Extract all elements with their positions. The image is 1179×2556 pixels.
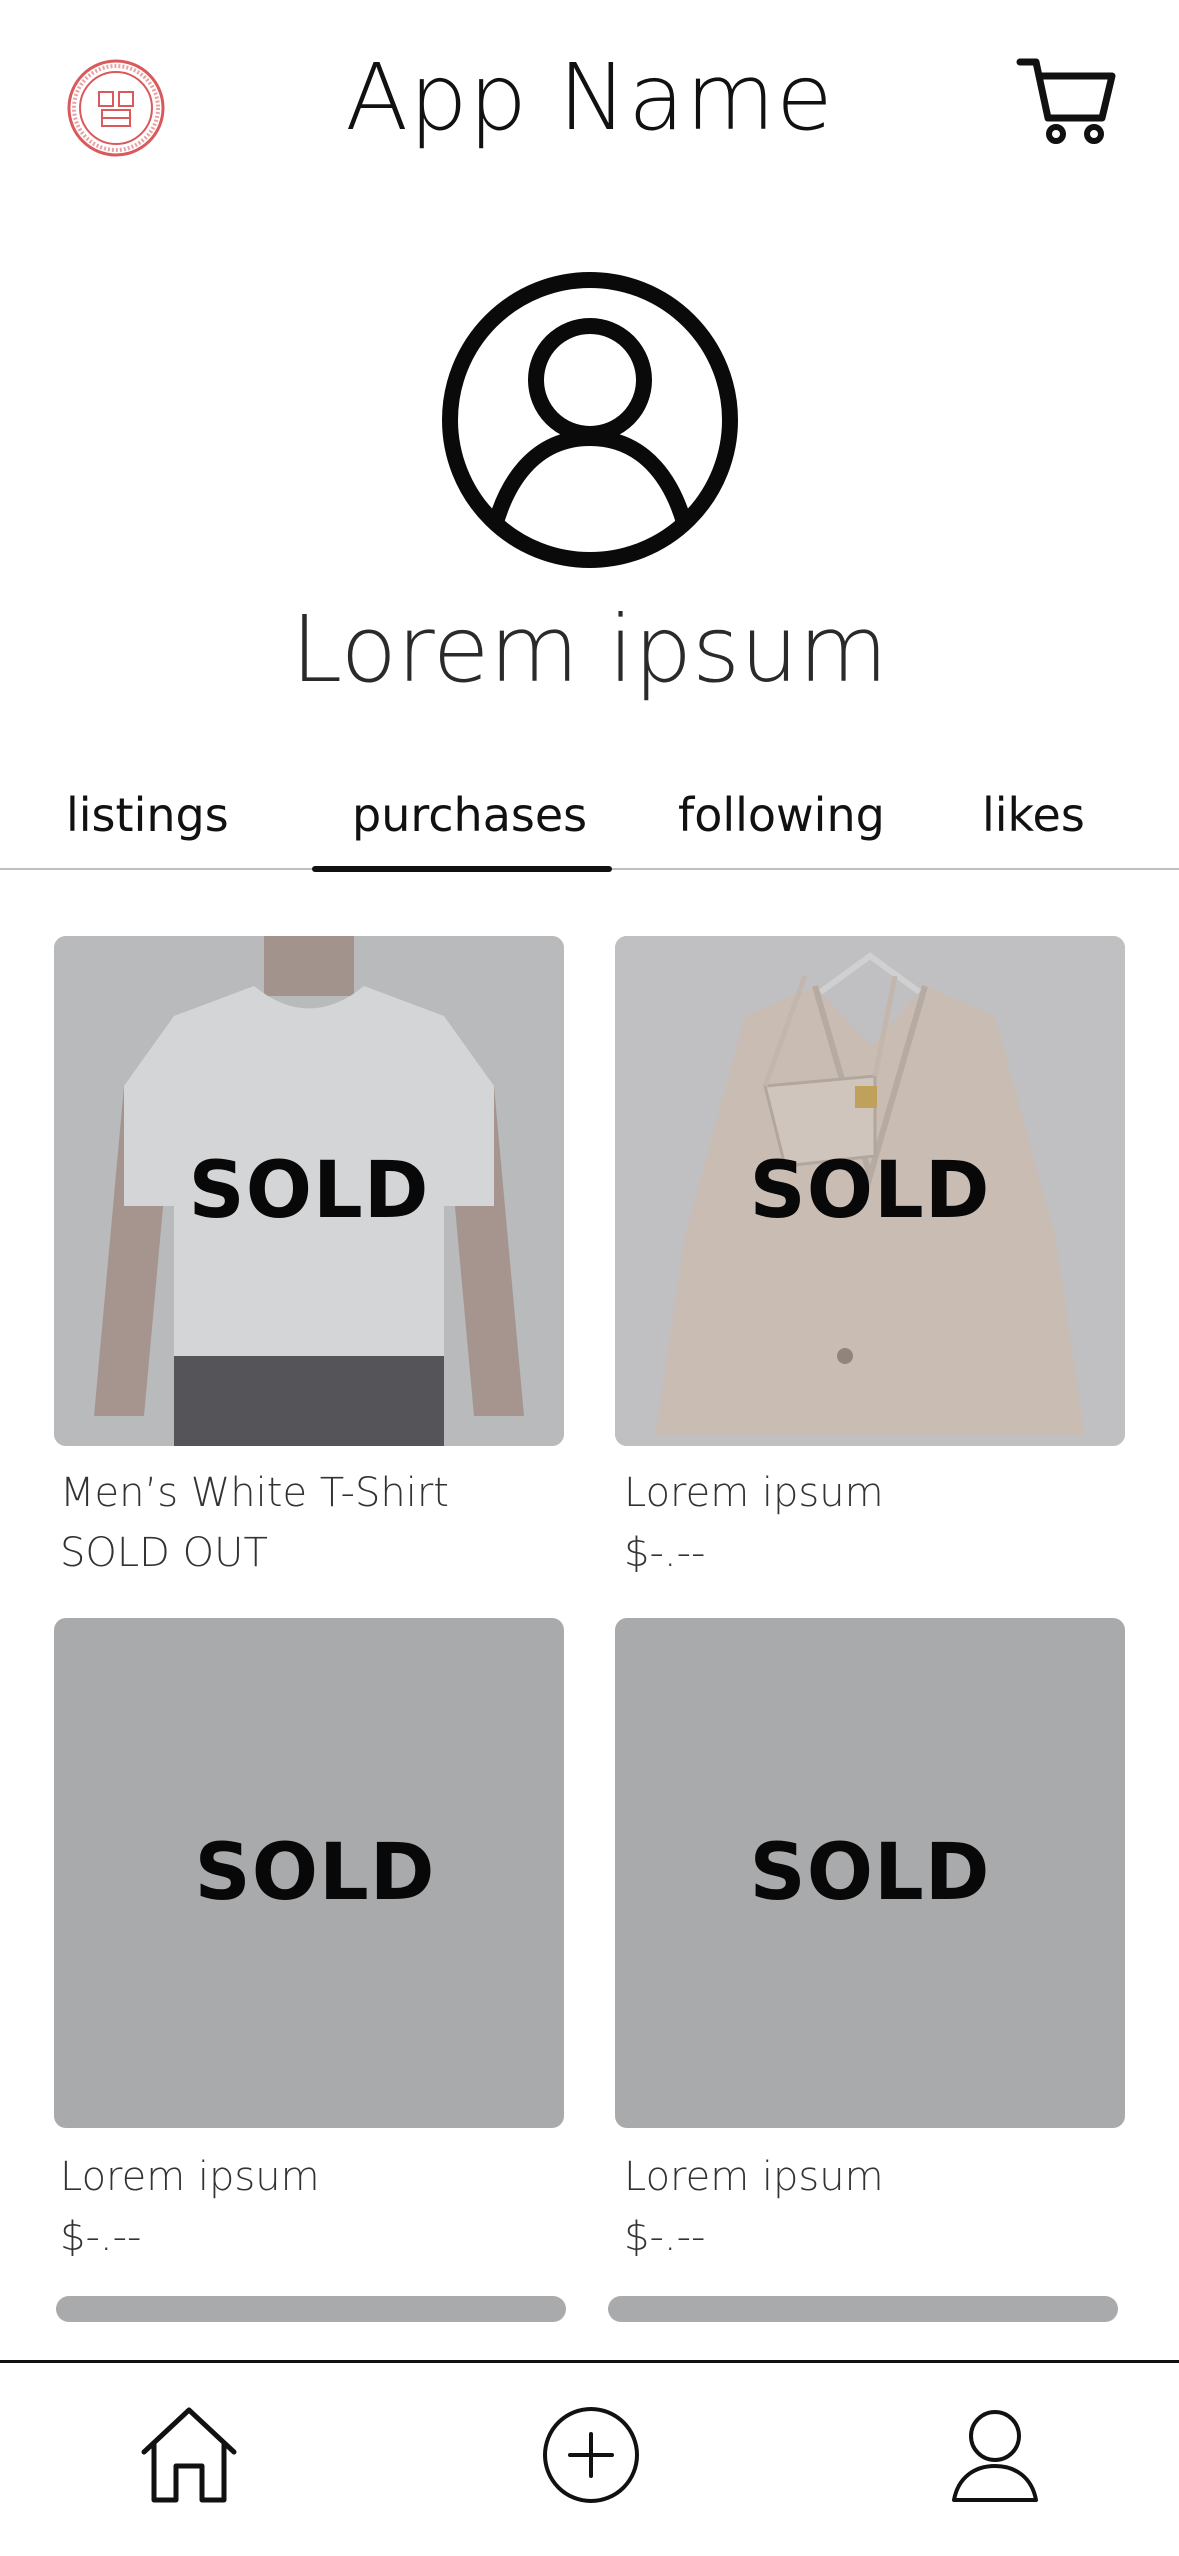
bottom-nav-divider	[0, 2360, 1179, 2363]
user-icon[interactable]	[940, 2400, 1050, 2510]
item-price: $-.--	[60, 2214, 142, 2260]
app-title: App Name	[345, 44, 834, 151]
item-name: Lorem ipsum	[624, 2154, 884, 2200]
sold-overlay-label: SOLD	[749, 1146, 991, 1236]
tab-listings[interactable]: listings	[66, 788, 229, 842]
profile-name: Lorem ipsum	[290, 596, 888, 703]
item-image-placeholder[interactable]: SOLD	[615, 1618, 1125, 2128]
add-circle-icon[interactable]	[536, 2400, 646, 2510]
shopping-cart-icon[interactable]	[1016, 56, 1116, 146]
tab-likes[interactable]: likes	[982, 788, 1085, 842]
sold-overlay-label: SOLD	[194, 1828, 436, 1918]
home-icon[interactable]	[134, 2400, 244, 2510]
item-image[interactable]: SOLD	[615, 936, 1125, 1446]
next-item-placeholder	[608, 2296, 1118, 2322]
item-name: Men’s White T-Shirt	[60, 1470, 449, 1516]
item-price: SOLD OUT	[60, 1530, 268, 1576]
item-image-placeholder[interactable]: SOLD	[54, 1618, 564, 2128]
tab-following[interactable]: following	[678, 788, 885, 842]
item-price: $-.--	[624, 2214, 706, 2260]
user-circle-icon[interactable]	[440, 270, 740, 570]
tab-purchases[interactable]: purchases	[352, 788, 587, 842]
item-image[interactable]: SOLD	[54, 936, 564, 1446]
sold-overlay-label: SOLD	[749, 1828, 991, 1918]
sold-overlay-label: SOLD	[188, 1146, 430, 1236]
item-name: Lorem ipsum	[624, 1470, 884, 1516]
item-price: $-.--	[624, 1530, 706, 1576]
item-name: Lorem ipsum	[60, 2154, 320, 2200]
next-item-placeholder	[56, 2296, 566, 2322]
active-tab-indicator	[312, 866, 612, 872]
